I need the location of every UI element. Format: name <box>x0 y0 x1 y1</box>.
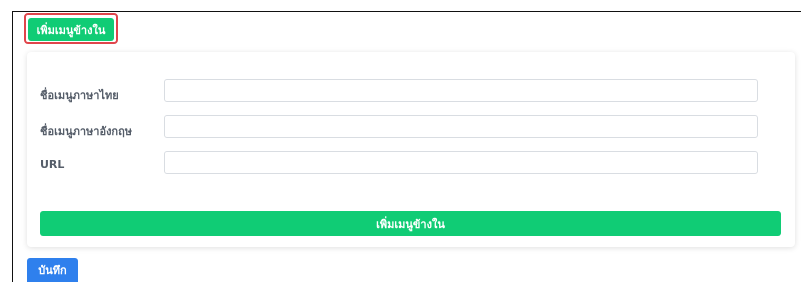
add-submenu-form-button[interactable]: เพิ่มเมนูข้างใน <box>40 211 781 236</box>
english-menu-name-input[interactable] <box>164 115 758 138</box>
url-input[interactable] <box>164 151 758 174</box>
thai-menu-name-input[interactable] <box>164 79 758 102</box>
english-menu-name-label: ชื่อเมนูภาษาอังกฤษ <box>40 125 133 138</box>
url-label: URL <box>40 158 65 171</box>
add-submenu-button[interactable]: เพิ่มเมนูข้างใน <box>28 18 114 41</box>
thai-menu-name-label: ชื่อเมนูภาษาไทย <box>40 89 119 102</box>
save-button[interactable]: บันทึก <box>27 258 78 282</box>
